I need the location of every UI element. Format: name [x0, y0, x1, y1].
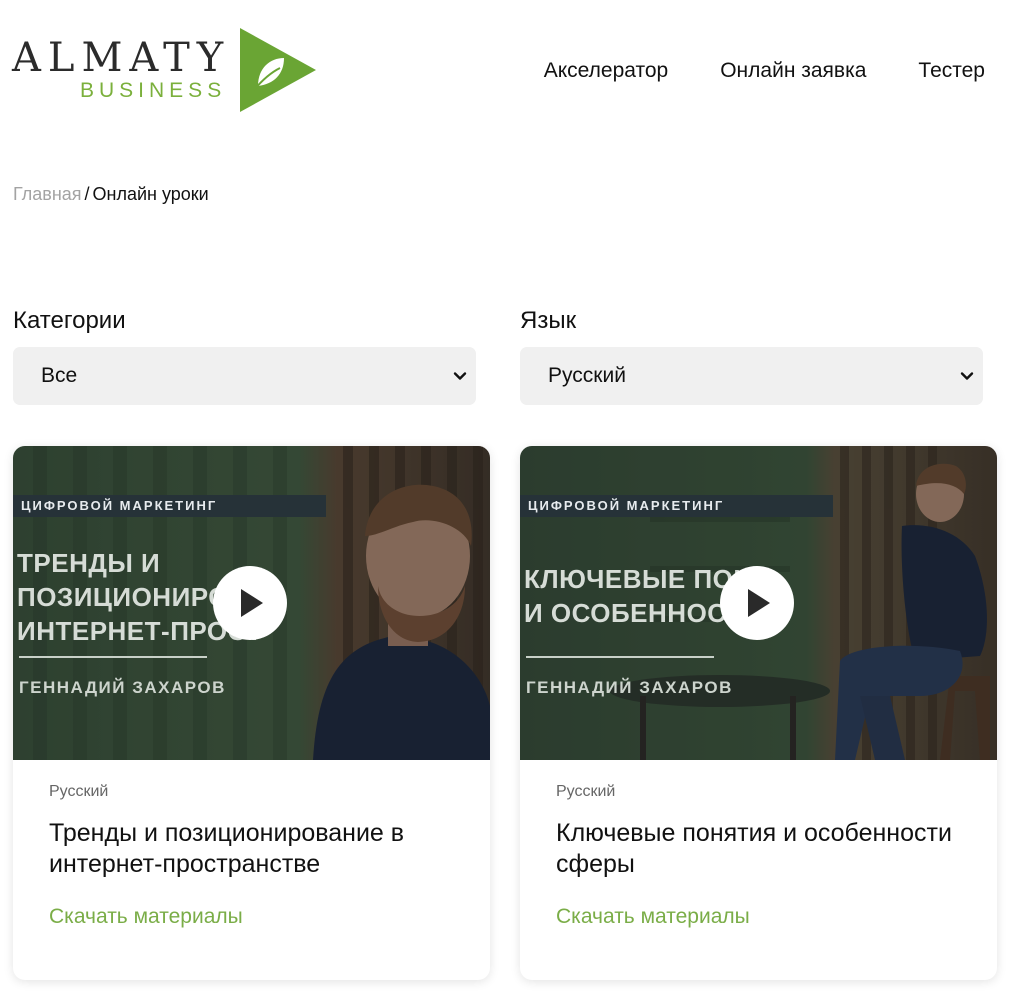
- breadcrumb-current: Онлайн уроки: [92, 184, 209, 204]
- language-select-value: Русский: [548, 364, 626, 387]
- thumbnail-title-text: КЛЮЧЕВЫЕ ПОНЯ И ОСОБЕННОСТИ: [524, 564, 771, 628]
- card-body: Русский Ключевые понятия и особенности с…: [556, 782, 969, 880]
- thumbnail-divider: [526, 656, 714, 658]
- green-triangle-leaf-icon: [240, 28, 316, 112]
- logo-text-almaty: ALMATY: [12, 35, 231, 81]
- category-select-value: Все: [41, 364, 78, 387]
- main-nav: Акселератор Онлайн заявка Тестер: [544, 58, 985, 84]
- thumbnail-divider: [19, 656, 207, 658]
- play-button[interactable]: [213, 566, 287, 640]
- play-button[interactable]: [720, 566, 794, 640]
- video-thumbnail[interactable]: ЦИФРОВОЙ МАРКЕТИНГ КЛЮЧЕВЫЕ ПОНЯ И ОСОБЕ…: [520, 446, 997, 760]
- logo-text-business: BUSINESS: [80, 79, 227, 102]
- category-filter-label: Категории: [13, 307, 126, 334]
- chevron-down-icon: [960, 372, 974, 380]
- nav-item-tester[interactable]: Тестер: [918, 58, 985, 84]
- nav-item-accelerator[interactable]: Акселератор: [544, 58, 668, 84]
- breadcrumb-home-link[interactable]: Главная: [13, 184, 82, 204]
- nav-item-online-application[interactable]: Онлайн заявка: [720, 58, 866, 84]
- lesson-card: ЦИФРОВОЙ МАРКЕТИНГ КЛЮЧЕВЫЕ ПОНЯ И ОСОБЕ…: [520, 446, 997, 980]
- video-thumbnail[interactable]: ЦИФРОВОЙ МАРКЕТИНГ ТРЕНДЫ И ПОЗИЦИОНИРОВ…: [13, 446, 490, 760]
- thumbnail-author: ГЕННАДИЙ ЗАХАРОВ: [526, 678, 733, 697]
- card-language: Русский: [49, 783, 109, 800]
- download-materials-link[interactable]: Скачать материалы: [556, 904, 750, 930]
- site-header: ALMATY BUSINESS Акселератор Онлайн заявк…: [0, 0, 1024, 140]
- category-select[interactable]: Все: [13, 347, 476, 405]
- breadcrumb-separator: /: [84, 184, 90, 204]
- thumbnail-title-text: ТРЕНДЫ И ПОЗИЦИОНИРОВ ИНТЕРНЕТ-ПРОСТ: [17, 548, 263, 646]
- play-icon: [748, 589, 770, 617]
- card-title[interactable]: Ключевые понятия и особенности сферы: [556, 818, 969, 880]
- language-filter-label: Язык: [520, 307, 577, 334]
- thumbnail-category-tag: ЦИФРОВОЙ МАРКЕТИНГ: [520, 495, 833, 517]
- lesson-card: ЦИФРОВОЙ МАРКЕТИНГ ТРЕНДЫ И ПОЗИЦИОНИРОВ…: [13, 446, 490, 980]
- card-body: Русский Тренды и позиционирование в инте…: [49, 782, 462, 880]
- chevron-down-icon: [453, 372, 467, 380]
- breadcrumb: Главная / Онлайн уроки: [13, 183, 209, 205]
- thumbnail-category-tag: ЦИФРОВОЙ МАРКЕТИНГ: [13, 495, 326, 517]
- play-icon: [241, 589, 263, 617]
- language-select[interactable]: Русский: [520, 347, 983, 405]
- almaty-business-logo[interactable]: ALMATY BUSINESS: [12, 28, 317, 112]
- card-title[interactable]: Тренды и позиционирование в интернет-про…: [49, 818, 462, 880]
- thumbnail-author: ГЕННАДИЙ ЗАХАРОВ: [19, 678, 226, 697]
- card-language: Русский: [556, 783, 616, 800]
- download-materials-link[interactable]: Скачать материалы: [49, 904, 243, 930]
